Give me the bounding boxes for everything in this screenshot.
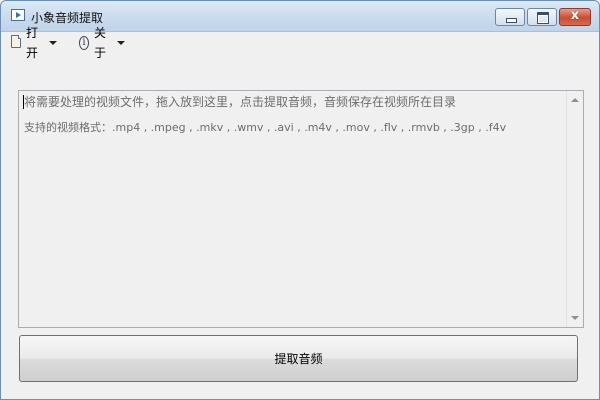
menu-open[interactable]: 打开 <box>11 26 58 60</box>
close-icon: x <box>570 8 580 23</box>
maximize-button[interactable] <box>527 8 557 26</box>
drop-area-text: 将需要处理的视频文件，拖入放到这里，点击提取音频，音频保存在视频所在目录 支持的… <box>24 94 563 136</box>
close-button[interactable]: x <box>559 8 591 26</box>
app-icon <box>11 9 25 21</box>
minimize-icon <box>506 18 517 23</box>
chevron-down-icon <box>49 41 58 45</box>
menu-about-label: 关于 <box>94 26 107 60</box>
menu-about[interactable]: i 关于 <box>79 26 126 60</box>
minimize-button[interactable] <box>495 8 525 26</box>
drop-hint: 将需要处理的视频文件，拖入放到这里，点击提取音频，音频保存在视频所在目录 <box>24 95 457 109</box>
title-bar[interactable]: 小象音频提取 x <box>1 1 599 32</box>
folder-open-icon <box>11 35 21 48</box>
app-window: 小象音频提取 x 打开 i 关于 将需要处理的视频文件，拖入放到这里，点击提取音… <box>0 0 600 400</box>
chevron-down-icon <box>117 41 126 45</box>
menu-open-label: 打开 <box>26 26 39 60</box>
vertical-scrollbar[interactable] <box>566 91 583 327</box>
file-drop-textarea[interactable]: 将需要处理的视频文件，拖入放到这里，点击提取音频，音频保存在视频所在目录 支持的… <box>18 90 584 328</box>
supported-formats: 支持的视频格式：.mp4 , .mpeg , .mkv , .wmv , .av… <box>24 121 507 134</box>
scroll-up-icon[interactable] <box>571 98 579 102</box>
maximize-icon <box>537 12 549 24</box>
info-icon: i <box>79 36 89 50</box>
extract-audio-button[interactable]: 提取音频 <box>19 335 578 382</box>
scroll-down-icon[interactable] <box>571 316 579 320</box>
